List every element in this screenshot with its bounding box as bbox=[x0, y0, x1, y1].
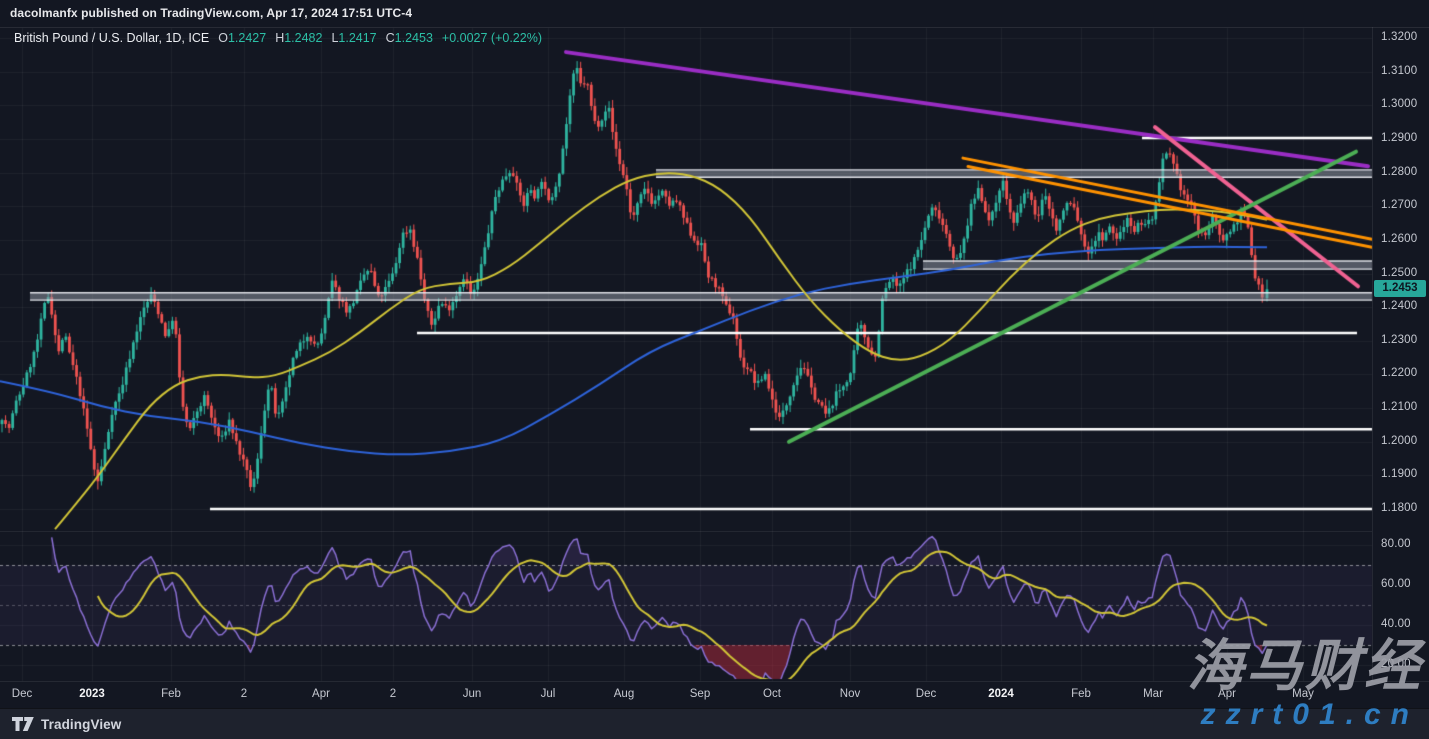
price-axis-separator bbox=[1372, 27, 1373, 681]
symbol-info-bar: British Pound / U.S. Dollar, 1D, ICEO1.2… bbox=[14, 31, 542, 45]
pane-separator[interactable] bbox=[0, 531, 1372, 532]
change-value: +0.0027 (+0.22%) bbox=[442, 31, 542, 45]
close-value: 1.2453 bbox=[395, 31, 433, 45]
open-value: 1.2427 bbox=[228, 31, 266, 45]
close-label: C bbox=[386, 31, 395, 45]
tradingview-logo[interactable]: TradingView bbox=[12, 717, 121, 732]
low-value: 1.2417 bbox=[338, 31, 376, 45]
tradingview-logo-text: TradingView bbox=[41, 717, 121, 732]
tradingview-logo-icon bbox=[12, 717, 34, 731]
chart-canvas[interactable] bbox=[0, 0, 1429, 739]
high-label: H bbox=[275, 31, 284, 45]
watermark-url: zzrt01.cn bbox=[1201, 700, 1419, 730]
tradingview-published-chart: dacolmanfx published on TradingView.com,… bbox=[0, 0, 1429, 739]
open-label: O bbox=[218, 31, 228, 45]
header-divider bbox=[0, 27, 1429, 28]
high-value: 1.2482 bbox=[284, 31, 322, 45]
last-price-badge: 1.2453 bbox=[1374, 280, 1426, 297]
symbol-title: British Pound / U.S. Dollar, 1D, ICE bbox=[14, 31, 209, 45]
watermark-cjk: 海马财经 bbox=[1187, 638, 1423, 694]
published-byline: dacolmanfx published on TradingView.com,… bbox=[10, 6, 412, 20]
